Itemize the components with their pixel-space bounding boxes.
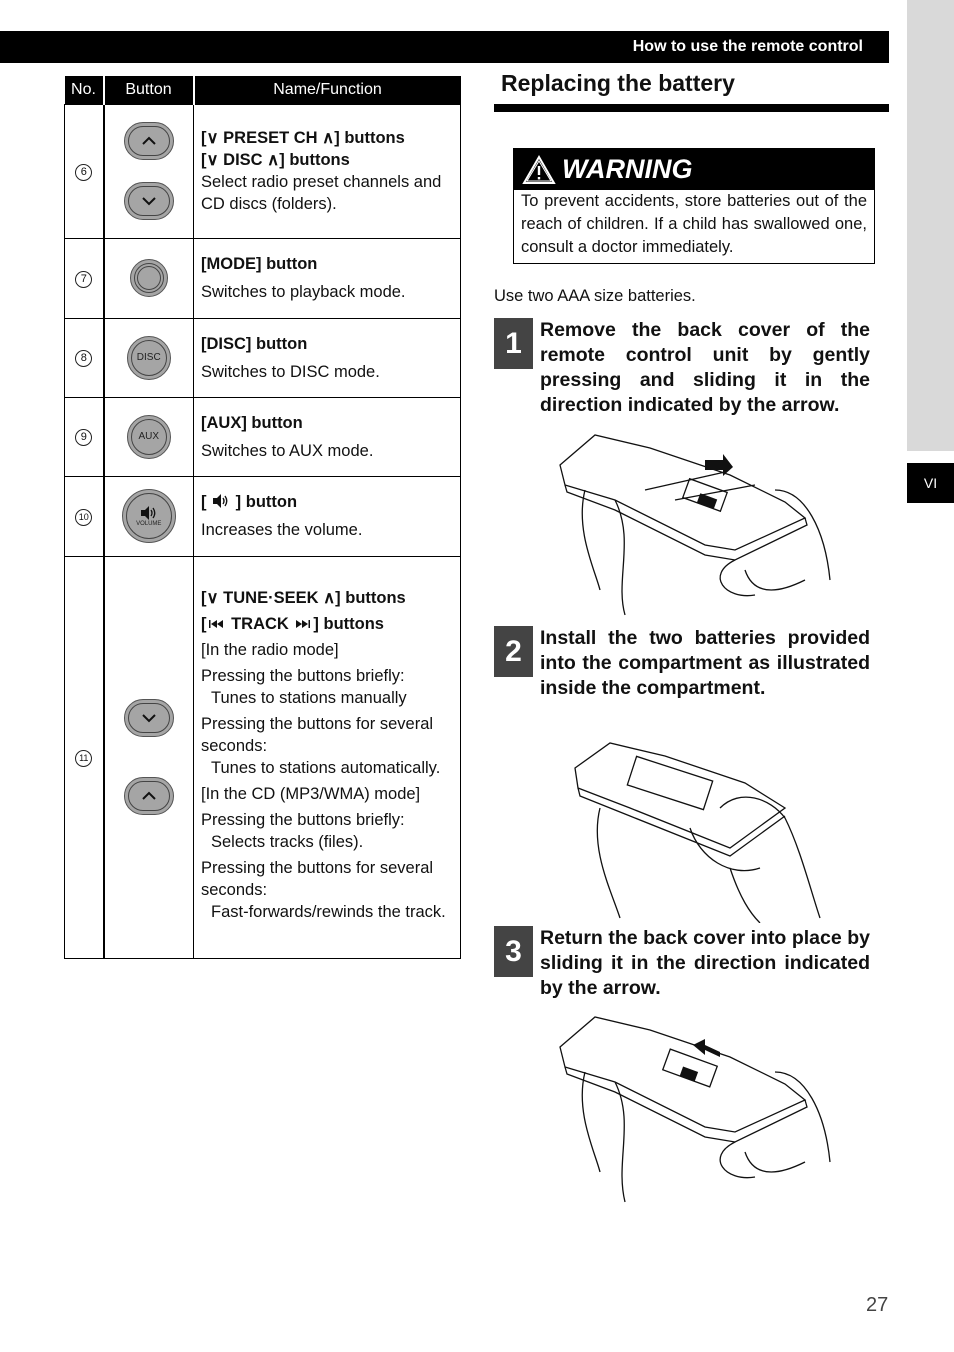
warning-text: To prevent accidents, store batteries ou… bbox=[521, 192, 867, 256]
preset-up-button-icon bbox=[123, 122, 174, 160]
preset-down-button-icon bbox=[123, 182, 174, 220]
section-title: Replacing the battery bbox=[501, 70, 735, 96]
remove-cover-illustration bbox=[559, 434, 831, 616]
mode-heading: [In the radio mode] bbox=[201, 641, 339, 659]
button-name: [∨ TUNE·SEEK ∧] buttons bbox=[201, 589, 406, 607]
button-description: Select radio preset channels and CD disc… bbox=[201, 173, 442, 213]
table-row: 7 [MODE] button Switches to playback mod… bbox=[64, 237, 461, 319]
mode-button-icon bbox=[129, 259, 168, 297]
condition: Pressing the buttons briefly: bbox=[201, 811, 405, 829]
page-number: 27 bbox=[866, 1294, 889, 1316]
previous-track-icon bbox=[208, 620, 223, 628]
step-2: 2 Install the two batteries provided int… bbox=[494, 626, 870, 701]
step-text: Install the two batteries provided into … bbox=[540, 627, 870, 699]
volume-button-icon: VOLUME bbox=[121, 489, 176, 543]
button-description: Switches to DISC mode. bbox=[201, 362, 380, 381]
button-name: [ TRACK ] buttons bbox=[201, 615, 384, 633]
button-name: [∨ DISC ∧] buttons bbox=[201, 151, 350, 169]
condition: Pressing the buttons for several seconds… bbox=[201, 859, 434, 899]
page-header: How to use the remote control bbox=[0, 31, 889, 63]
header-no: No. bbox=[64, 76, 104, 104]
step-1: 1 Remove the back cover of the remote co… bbox=[494, 318, 870, 418]
tune-down-button-icon bbox=[123, 699, 174, 737]
step-number: 3 bbox=[494, 926, 533, 977]
header-title: How to use the remote control bbox=[632, 38, 863, 55]
table-row: 9 AUX [AUX] button Switches to AUX mode. bbox=[64, 396, 461, 477]
result: Selects tracks (files). bbox=[211, 833, 364, 851]
button-description: Switches to AUX mode. bbox=[201, 441, 374, 460]
warning-heading: WARNING bbox=[562, 154, 693, 184]
result: Tunes to stations manually bbox=[211, 689, 407, 707]
row-number: 11 bbox=[75, 749, 93, 767]
button-description: Switches to playback mode. bbox=[201, 283, 406, 301]
header-button: Button bbox=[102, 76, 194, 104]
result: Fast-forwards/rewinds the track. bbox=[211, 903, 446, 921]
side-margin-band bbox=[907, 0, 954, 451]
step-text: Remove the back cover of the remote cont… bbox=[540, 319, 870, 416]
button-name: [ ] button bbox=[201, 493, 298, 511]
row-number: 9 bbox=[75, 429, 93, 446]
button-function-table: No. Button Name/Function 6 [∨ PRESET CH … bbox=[64, 76, 461, 959]
section-rule bbox=[494, 104, 889, 112]
install-batteries-illustration bbox=[574, 742, 821, 923]
warning-box: WARNING To prevent accidents, store batt… bbox=[513, 148, 875, 264]
next-track-icon bbox=[296, 620, 311, 628]
battery-note: Use two AAA size batteries. bbox=[494, 287, 696, 305]
step-3: 3 Return the back cover into place by sl… bbox=[494, 926, 870, 1001]
tune-up-button-icon bbox=[123, 777, 174, 815]
disc-button-icon: DISC bbox=[126, 335, 171, 380]
table-row: 10 VOLUME [ ] button Increases the volum… bbox=[64, 475, 461, 557]
row-number: 8 bbox=[75, 350, 93, 367]
step-number: 1 bbox=[494, 318, 533, 369]
step-number: 2 bbox=[494, 626, 533, 677]
table-row: 11 [∨ TUNE·SEEK ∧] buttons [ TRACK ] but… bbox=[64, 555, 461, 959]
speaker-icon bbox=[213, 494, 228, 508]
aux-button-icon: AUX bbox=[126, 414, 171, 459]
warning-triangle-icon bbox=[522, 154, 556, 184]
condition: Pressing the buttons briefly: bbox=[201, 667, 405, 685]
mode-heading: [In the CD (MP3/WMA) mode] bbox=[201, 785, 421, 803]
condition: Pressing the buttons for several seconds… bbox=[201, 715, 434, 755]
row-number: 6 bbox=[75, 163, 93, 181]
button-name: [DISC] button bbox=[201, 334, 308, 353]
row-number: 7 bbox=[75, 270, 93, 288]
step-text: Return the back cover into place by slid… bbox=[540, 927, 870, 999]
result: Tunes to stations automatically. bbox=[211, 759, 441, 777]
return-cover-illustration bbox=[559, 1016, 831, 1203]
button-name: [∨ PRESET CH ∧] buttons bbox=[201, 129, 405, 147]
language-tab: VI bbox=[907, 463, 954, 503]
button-name: [MODE] button bbox=[201, 255, 318, 273]
speaker-icon bbox=[140, 506, 156, 520]
header-name-function: Name/Function bbox=[192, 76, 461, 104]
table-row: 6 [∨ PRESET CH ∧] buttons [∨ DISC ∧] but… bbox=[64, 103, 461, 239]
button-description: Increases the volume. bbox=[201, 521, 363, 539]
table-row: 8 DISC [DISC] button Switches to DISC mo… bbox=[64, 317, 461, 398]
table-header-row: No. Button Name/Function bbox=[64, 76, 461, 104]
button-name: [AUX] button bbox=[201, 413, 303, 432]
row-number: 10 bbox=[75, 508, 93, 526]
